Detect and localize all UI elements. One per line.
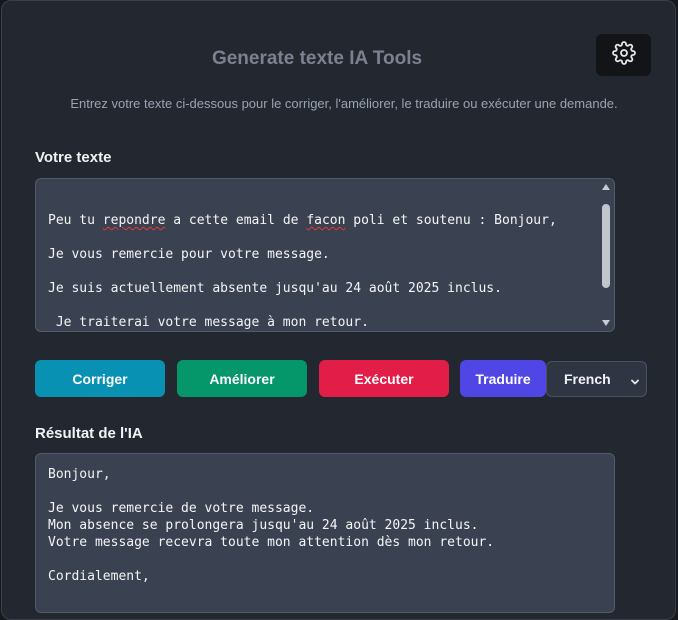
traduire-button[interactable]: Traduire <box>460 360 546 397</box>
gear-icon <box>611 40 636 70</box>
input-line-1: Peu tu repondre a cette email de facon p… <box>48 213 557 228</box>
input-scrollbar[interactable] <box>599 180 613 330</box>
input-textarea[interactable]: Peu tu repondre a cette email de facon p… <box>35 178 615 332</box>
input-text-segment: poli et soutenu : Bonjour, <box>345 213 557 228</box>
misspelled-word: repondre <box>102 213 166 228</box>
input-text-segment: Peu tu <box>48 213 103 228</box>
scroll-up-arrow-icon[interactable] <box>602 184 610 190</box>
settings-button[interactable] <box>596 34 651 76</box>
app-panel: Generate texte IA Tools Entrez votre tex… <box>1 0 676 620</box>
input-text-segment: a cette email de <box>165 213 307 228</box>
page-subtitle: Entrez votre texte ci-dessous pour le co… <box>70 96 618 111</box>
output-label: Résultat de l'IA <box>35 425 143 442</box>
misspelled-word: facon <box>306 213 346 228</box>
page-title: Generate texte IA Tools <box>211 48 423 69</box>
ameliorer-button[interactable]: Améliorer <box>177 360 307 397</box>
language-select[interactable]: French <box>546 361 647 397</box>
chevron-down-icon <box>630 374 640 390</box>
output-textarea[interactable]: Bonjour, Je vous remercie de votre messa… <box>35 453 615 613</box>
scroll-down-arrow-icon[interactable] <box>602 320 610 326</box>
input-text: Peu tu repondre a cette email de facon p… <box>48 212 592 331</box>
input-line-7: Je traiterai votre message à mon retour. <box>48 315 369 330</box>
input-line-3: Je vous remercie pour votre message. <box>48 247 330 262</box>
input-label: Votre texte <box>35 149 112 166</box>
language-selected-value: French <box>564 371 611 387</box>
scrollbar-thumb[interactable] <box>602 204 610 288</box>
input-line-5: Je suis actuellement absente jusqu'au 24… <box>48 281 502 296</box>
corriger-button[interactable]: Corriger <box>35 360 165 397</box>
executer-button[interactable]: Exécuter <box>319 360 449 397</box>
